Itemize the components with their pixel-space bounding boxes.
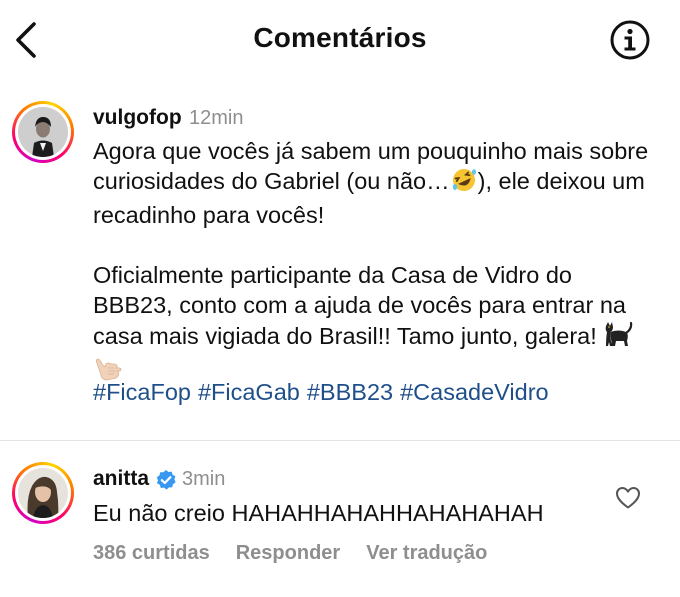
avatar-image (18, 107, 68, 157)
caption-paragraph-1: Agora que vocês já sabem um pouquinho ma… (93, 136, 653, 230)
verified-badge-icon (156, 470, 176, 490)
page-title: Comentários (253, 22, 427, 53)
comment-text: Eu não creio HAHAHHAHAHHAHAHAHAH (93, 500, 544, 526)
reply-button[interactable]: Responder (236, 542, 340, 565)
hashtag-link[interactable]: #FicaFop (93, 379, 191, 405)
header-bar: Comentários (0, 0, 680, 80)
comment-actions: 386 curtidas Responder Ver tradução (93, 542, 513, 565)
post-username[interactable]: vulgofop (93, 106, 182, 130)
black-cat-emoji-icon (603, 320, 633, 355)
likes-count-link[interactable]: 386 curtidas (93, 542, 210, 565)
avatar-image (18, 468, 68, 518)
post-avatar[interactable] (12, 101, 74, 163)
rofl-emoji-icon (450, 167, 478, 200)
translate-button[interactable]: Ver tradução (366, 542, 487, 565)
caption-text-2: Oficialmente participante da Casa de Vid… (93, 262, 626, 349)
heart-icon (616, 487, 640, 509)
post-timestamp: 12min (189, 107, 244, 129)
hashtag-list: #FicaFop #FicaGab #BBB23 #CasadeVidro (93, 379, 556, 406)
info-circle-icon (610, 20, 650, 60)
comment-timestamp: 3min (182, 468, 226, 490)
like-button[interactable] (615, 486, 641, 510)
hashtag-link[interactable]: #BBB23 (307, 379, 393, 405)
info-button[interactable] (608, 18, 652, 62)
caption-paragraph-2: Oficialmente participante da Casa de Vid… (93, 260, 653, 390)
comment-avatar[interactable] (12, 462, 74, 524)
hashtag-link[interactable]: #CasadeVidro (400, 379, 549, 405)
hashtag-link[interactable]: #FicaGab (198, 379, 300, 405)
post-caption: Agora que vocês já sabem um pouquinho ma… (93, 136, 653, 390)
divider (0, 440, 680, 441)
comment-username[interactable]: anitta (93, 467, 149, 491)
